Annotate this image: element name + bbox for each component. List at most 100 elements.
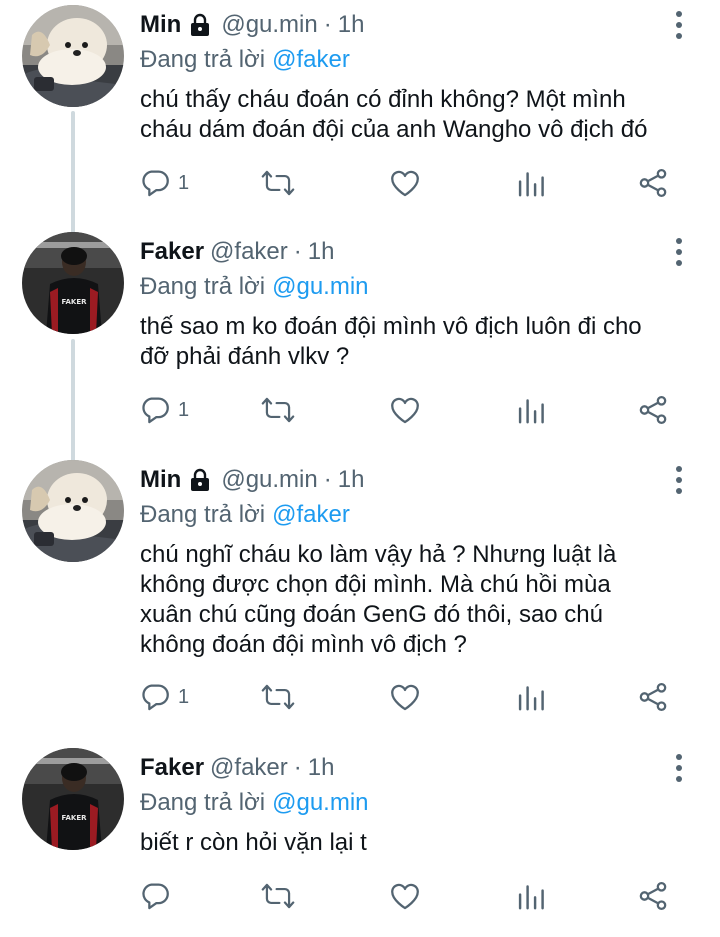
like-icon — [388, 680, 422, 714]
reply-button[interactable] — [138, 876, 178, 916]
like-icon — [388, 879, 422, 913]
tweet-actions — [138, 876, 678, 916]
tweet-actions: 1 — [138, 677, 678, 717]
more-icon[interactable] — [664, 462, 694, 498]
mention-link[interactable]: @faker — [272, 46, 350, 74]
reply-button[interactable]: 1 — [138, 677, 189, 717]
lock-icon — [189, 13, 211, 37]
replying-to-label: Đang trả lời — [140, 273, 266, 300]
user-handle[interactable]: @faker — [210, 754, 288, 782]
like-button[interactable] — [388, 390, 422, 430]
tweet-actions: 1 — [138, 390, 678, 430]
tweet-text-line: chú thấy cháu đoán có đỉnh không? Một mì… — [140, 86, 626, 113]
retweet-icon — [260, 393, 296, 427]
tweet-header: Min @gu.min · 1h — [140, 5, 364, 45]
mention-link[interactable]: @faker — [272, 501, 350, 529]
reply-icon — [138, 393, 172, 427]
timestamp[interactable]: 1h — [308, 754, 335, 782]
mention-link[interactable]: @gu.min — [272, 273, 368, 301]
tweet-text-line: không đoán đội mình vô địch ? — [140, 631, 467, 658]
replying-to-label: Đang trả lời — [140, 501, 266, 528]
retweet-button[interactable] — [260, 876, 296, 916]
separator: · — [323, 11, 332, 38]
tweet-text-line: đỡ phải đánh vlkv ? — [140, 343, 350, 370]
tweet[interactable]: FAKER Faker @faker · 1h Đang trả lời @gu… — [0, 232, 720, 434]
reply-count: 1 — [178, 398, 190, 421]
reply-button[interactable]: 1 — [138, 390, 189, 430]
tweet-text-line: cháu dám đoán đội của anh Wangho vô địch… — [140, 116, 648, 143]
tweet-text: chú nghĩ cháu ko làm vậy hả ? Nhưng luật… — [140, 540, 700, 660]
replying-to-label: Đang trả lời — [140, 46, 266, 73]
analytics-icon — [516, 166, 546, 200]
retweet-icon — [260, 879, 296, 913]
timestamp[interactable]: 1h — [308, 238, 335, 266]
tweet-text-line: xuân chú cũng đoán GenG đó thôi, sao chú — [140, 601, 603, 628]
tweet-header: Faker @faker · 1h — [140, 748, 334, 788]
reply-count: 1 — [178, 685, 190, 708]
share-icon — [636, 393, 670, 427]
timestamp[interactable]: 1h — [338, 11, 365, 39]
more-icon[interactable] — [664, 750, 694, 786]
tweet-text-line: chú nghĩ cháu ko làm vậy hả ? Nhưng luật… — [140, 541, 617, 568]
display-name[interactable]: Faker — [140, 238, 204, 266]
tweet-text: biết r còn hỏi vặn lại t — [140, 828, 700, 858]
replying-to: Đang trả lời @gu.min — [140, 786, 369, 820]
like-button[interactable] — [388, 163, 422, 203]
like-button[interactable] — [388, 677, 422, 717]
tweet-header: Min @gu.min · 1h — [140, 460, 364, 500]
lock-icon — [189, 468, 211, 492]
share-icon — [636, 879, 670, 913]
reply-icon — [138, 166, 172, 200]
analytics-button[interactable] — [516, 677, 546, 717]
reply-icon — [138, 879, 172, 913]
user-handle[interactable]: @gu.min — [221, 11, 317, 39]
analytics-icon — [516, 680, 546, 714]
tweet-text-line: biết r còn hỏi vặn lại t — [140, 829, 367, 856]
replying-to-label: Đang trả lời — [140, 789, 266, 816]
retweet-icon — [260, 680, 296, 714]
tweet-text: chú thấy cháu đoán có đỉnh không? Một mì… — [140, 85, 700, 145]
retweet-button[interactable] — [260, 163, 296, 203]
avatar[interactable]: FAKER — [22, 748, 124, 850]
reply-icon — [138, 680, 172, 714]
user-handle[interactable]: @gu.min — [221, 466, 317, 494]
avatar[interactable] — [22, 5, 124, 107]
retweet-icon — [260, 166, 296, 200]
display-name[interactable]: Faker — [140, 754, 204, 782]
tweet-text-line: không được chọn đội mình. Mà chú hồi mùa — [140, 571, 611, 598]
analytics-icon — [516, 393, 546, 427]
display-name[interactable]: Min — [140, 11, 181, 39]
replying-to: Đang trả lời @faker — [140, 498, 350, 532]
mention-link[interactable]: @gu.min — [272, 789, 368, 817]
tweet[interactable]: Min @gu.min · 1h Đang trả lời @faker chú… — [0, 460, 720, 721]
display-name[interactable]: Min — [140, 466, 181, 494]
replying-to: Đang trả lời @faker — [140, 43, 350, 77]
share-button[interactable] — [636, 390, 670, 430]
like-button[interactable] — [388, 876, 422, 916]
separator: · — [323, 466, 332, 493]
share-icon — [636, 680, 670, 714]
tweet-text: thế sao m ko đoán đội mình vô địch luôn … — [140, 312, 700, 372]
tweet[interactable]: Min @gu.min · 1h Đang trả lời @faker chú… — [0, 5, 720, 207]
avatar[interactable] — [22, 460, 124, 562]
retweet-button[interactable] — [260, 390, 296, 430]
separator: · — [293, 238, 302, 265]
analytics-button[interactable] — [516, 163, 546, 203]
reply-button[interactable]: 1 — [138, 163, 189, 203]
retweet-button[interactable] — [260, 677, 296, 717]
share-button[interactable] — [636, 677, 670, 717]
analytics-button[interactable] — [516, 390, 546, 430]
analytics-icon — [516, 879, 546, 913]
more-icon[interactable] — [664, 7, 694, 43]
share-button[interactable] — [636, 163, 670, 203]
share-button[interactable] — [636, 876, 670, 916]
tweet[interactable]: FAKER Faker @faker · 1h Đang trả lời @gu… — [0, 748, 720, 920]
like-icon — [388, 166, 422, 200]
svg-text:FAKER: FAKER — [62, 814, 88, 822]
user-handle[interactable]: @faker — [210, 238, 288, 266]
analytics-button[interactable] — [516, 876, 546, 916]
tweet-text-line: thế sao m ko đoán đội mình vô địch luôn … — [140, 313, 642, 340]
more-icon[interactable] — [664, 234, 694, 270]
timestamp[interactable]: 1h — [338, 466, 365, 494]
avatar[interactable]: FAKER — [22, 232, 124, 334]
